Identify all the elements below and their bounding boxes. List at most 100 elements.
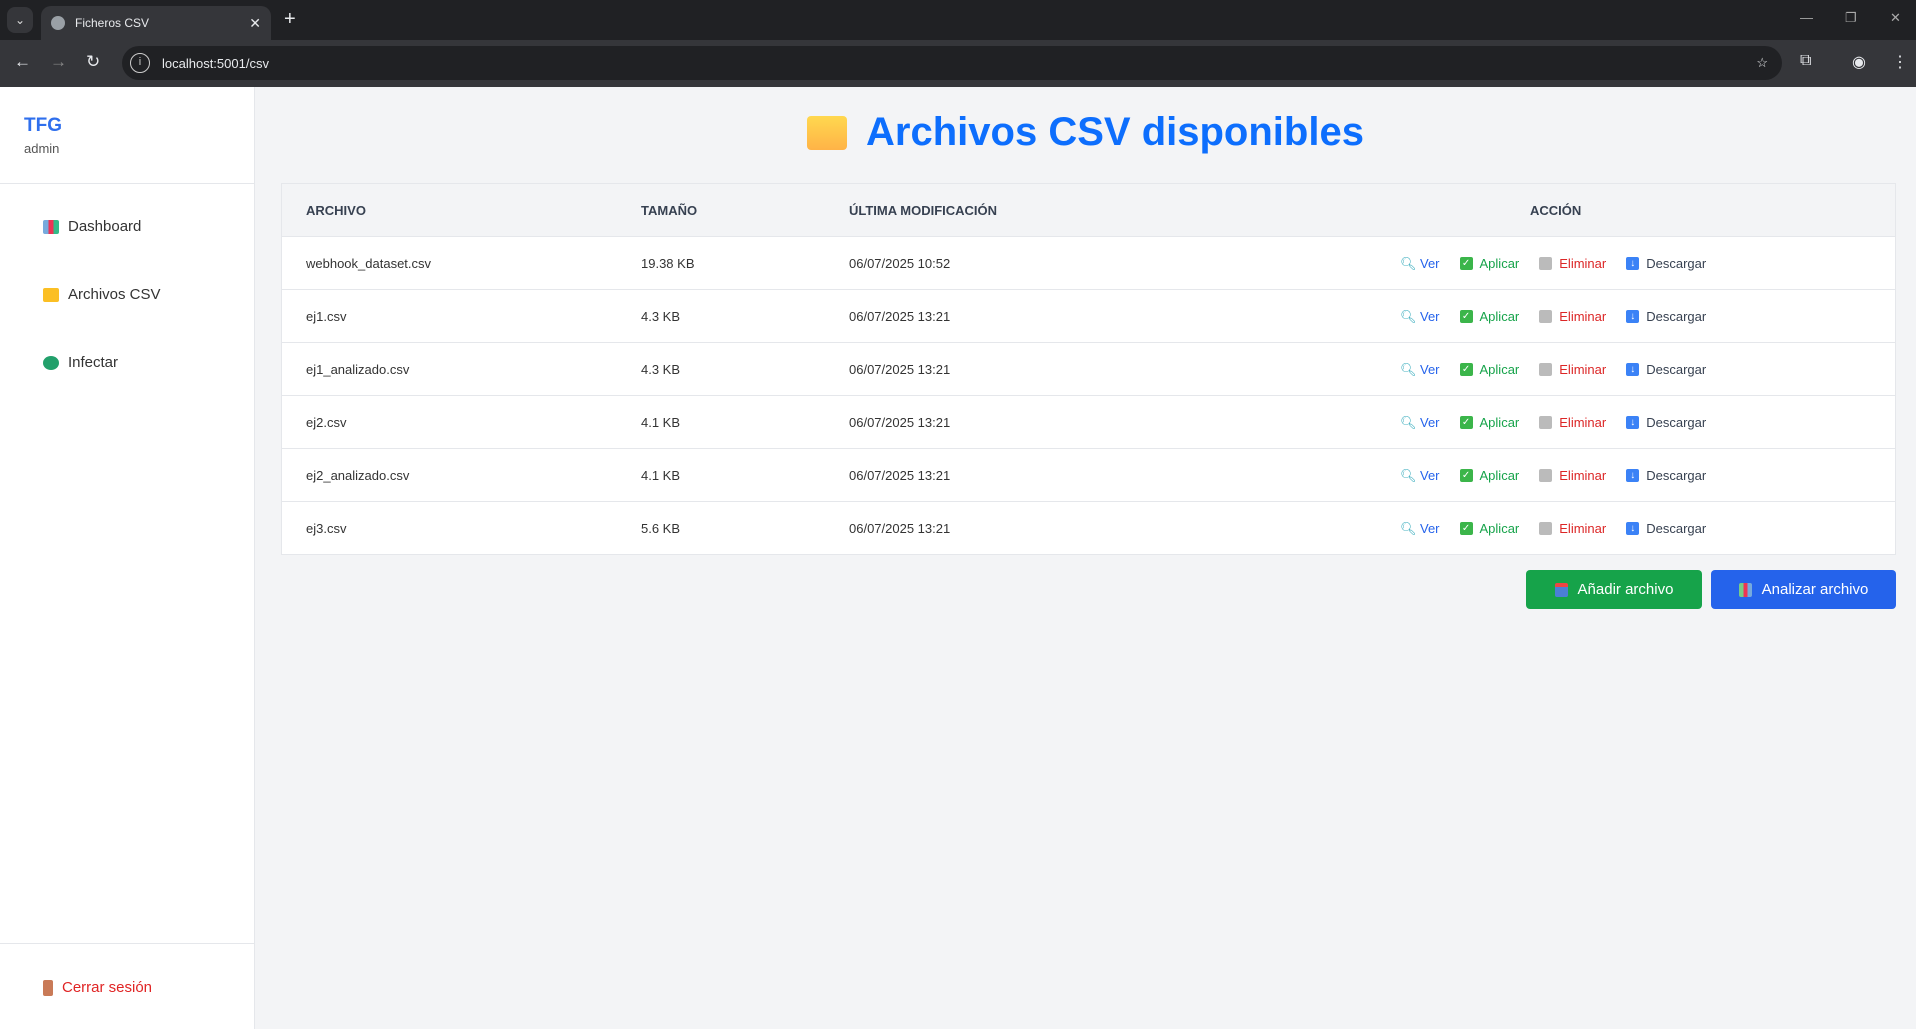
delete-link[interactable]: Eliminar [1539,309,1606,324]
file-modified: 06/07/2025 13:21 [849,414,951,430]
apply-link[interactable]: ✓ Aplicar [1459,467,1520,483]
site-info-icon[interactable]: i [130,53,150,73]
file-size: 4.1 KB [641,414,681,430]
view-link[interactable]: 🔍︎ Ver [1400,362,1440,377]
close-tab-icon[interactable]: ✕ [249,15,261,32]
forward-button[interactable]: → [50,52,67,72]
row-actions: 🔍︎ Ver ✓ Aplicar Eliminar ↓ Descargar [1400,468,1726,483]
minimize-button[interactable]: — [1800,10,1813,25]
delete-link[interactable]: Eliminar [1539,256,1606,271]
upload-icon [1554,582,1568,597]
magnifier-icon: 🔍︎ [1400,467,1417,483]
file-modified: 06/07/2025 10:52 [849,255,951,271]
delete-label: Eliminar [1559,414,1607,430]
profile-avatar[interactable]: ◉ [1852,52,1866,72]
download-icon: ↓ [1626,521,1640,535]
file-size: 4.3 KB [641,308,681,324]
sidebar-item-dashboard[interactable]: Dashboard [43,218,141,235]
address-bar[interactable]: i localhost:5001/csv ☆ [122,46,1782,80]
chart-icon [1738,582,1752,597]
download-label: Descargar [1646,414,1707,430]
tab-title: Ficheros CSV [75,16,150,30]
column-header-accion: ACCIÓN [1530,202,1582,218]
file-modified: 06/07/2025 13:21 [849,520,951,536]
globe-icon [51,16,65,30]
add-file-button[interactable]: Añadir archivo [1526,570,1702,609]
reload-button[interactable]: ↻ [86,52,100,72]
analyze-file-label: Analizar archivo [1761,581,1869,598]
download-icon: ↓ [1626,309,1640,323]
file-size: 19.38 KB [641,255,695,271]
download-icon: ↓ [1626,415,1640,429]
download-link[interactable]: ↓ Descargar [1626,362,1706,377]
folder-icon [43,287,59,302]
bookmark-star-icon[interactable]: ☆ [1756,55,1768,71]
check-icon: ✓ [1459,415,1473,429]
file-name: ej1.csv [306,308,347,324]
file-name: ej2.csv [306,414,347,430]
new-tab-button[interactable]: + [284,8,296,31]
magnifier-icon: 🔍︎ [1400,255,1417,271]
table-row: webhook_dataset.csv 19.38 KB 06/07/2025 … [282,236,1895,289]
magnifier-icon: 🔍︎ [1400,361,1417,377]
download-link[interactable]: ↓ Descargar [1626,309,1706,324]
divider [0,943,255,944]
sidebar-item-label: Dashboard [68,218,142,235]
sidebar-item-infectar[interactable]: Infectar [43,354,118,371]
row-actions: 🔍︎ Ver ✓ Aplicar Eliminar ↓ Descargar [1400,415,1726,430]
check-icon: ✓ [1459,362,1473,376]
delete-link[interactable]: Eliminar [1539,362,1606,377]
browser-tab[interactable]: Ficheros CSV ✕ [41,6,271,40]
apply-label: Aplicar [1479,255,1520,271]
delete-link[interactable]: Eliminar [1539,468,1606,483]
download-link[interactable]: ↓ Descargar [1626,468,1706,483]
check-icon: ✓ [1459,521,1473,535]
view-link[interactable]: 🔍︎ Ver [1400,468,1440,483]
trash-icon [1539,521,1553,535]
close-window-button[interactable]: ✕ [1890,10,1901,26]
trash-icon [1539,415,1553,429]
restore-button[interactable]: ❐ [1845,10,1857,26]
table-row: ej1.csv 4.3 KB 06/07/2025 13:21 🔍︎ Ver ✓ A… [282,289,1895,342]
logout-link[interactable]: Cerrar sesión [43,979,152,996]
brand-title: TFG [24,115,62,136]
view-link[interactable]: 🔍︎ Ver [1400,415,1440,430]
download-icon: ↓ [1626,362,1640,376]
file-size: 4.1 KB [641,467,681,483]
view-label: Ver [1420,467,1440,483]
apply-link[interactable]: ✓ Aplicar [1459,415,1519,430]
view-link[interactable]: 🔍︎ Ver [1400,309,1440,324]
sidebar-item-archivos-csv[interactable]: Archivos CSV [43,286,161,303]
apply-link[interactable]: ✓ Aplicar [1459,255,1520,271]
apply-link[interactable]: ✓ Aplicar [1459,520,1520,536]
check-icon: ✓ [1459,309,1473,323]
download-link[interactable]: ↓ Descargar [1626,521,1706,536]
file-name: ej1_analizado.csv [306,361,410,377]
download-link[interactable]: ↓ Descargar [1626,256,1706,271]
apply-link[interactable]: ✓ Aplicar [1459,362,1519,377]
delete-label: Eliminar [1559,255,1607,271]
view-link[interactable]: 🔍︎ Ver [1400,256,1440,271]
analyze-file-button[interactable]: Analizar archivo [1711,570,1896,609]
sidebar-item-label: Archivos CSV [68,286,161,303]
view-label: Ver [1420,520,1440,536]
check-icon: ✓ [1459,256,1473,270]
back-button[interactable]: ← [14,52,31,72]
table-row: ej3.csv 5.6 KB 06/07/2025 13:21 🔍︎ Ver ✓ A… [282,501,1895,554]
menu-icon[interactable]: ⋮ [1892,52,1908,72]
tab-search-button[interactable]: ⌄ [7,7,33,33]
view-link[interactable]: 🔍︎ Ver [1400,521,1440,536]
delete-link[interactable]: Eliminar [1539,521,1606,536]
magnifier-icon: 🔍︎ [1400,414,1417,430]
apply-label: Aplicar [1479,520,1520,536]
file-size: 5.6 KB [641,520,681,536]
download-link[interactable]: ↓ Descargar [1626,415,1706,430]
add-file-label: Añadir archivo [1577,581,1674,598]
trash-icon [1539,309,1553,323]
apply-link[interactable]: ✓ Aplicar [1459,309,1519,324]
delete-link[interactable]: Eliminar [1539,415,1606,430]
apply-label: Aplicar [1479,467,1520,483]
download-label: Descargar [1646,255,1707,271]
extensions-icon[interactable]: ⧉ [1800,52,1811,70]
file-name: ej2_analizado.csv [306,467,410,483]
